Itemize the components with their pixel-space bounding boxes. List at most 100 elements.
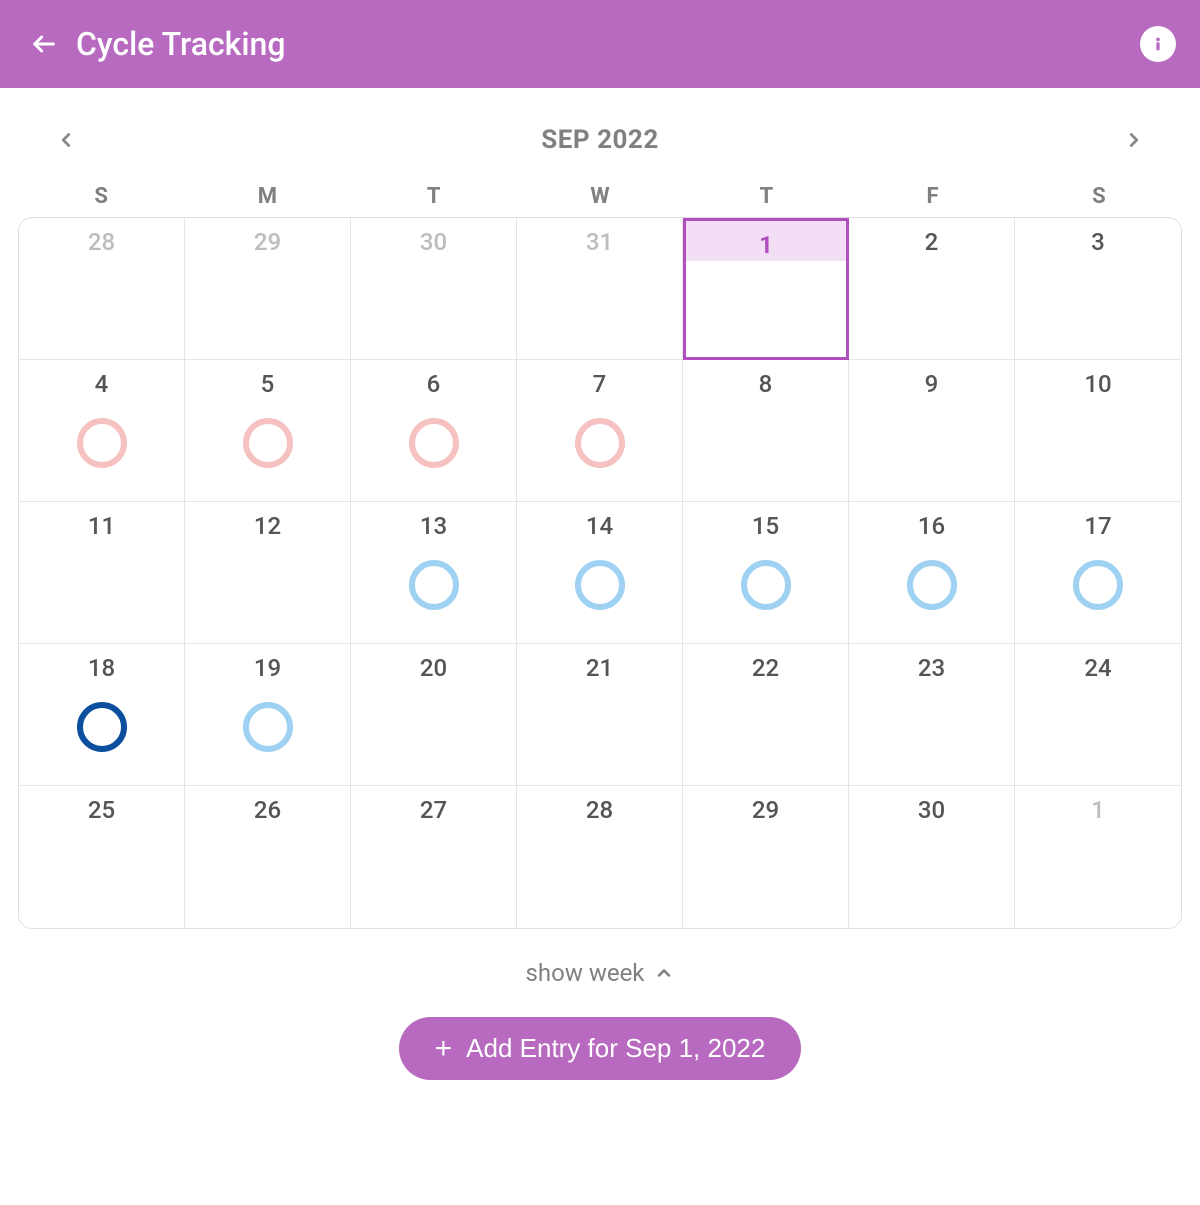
cycle-marker-icon (575, 418, 625, 468)
calendar-day[interactable]: 23 (849, 644, 1015, 786)
calendar-day[interactable]: 13 (351, 502, 517, 644)
calendar-day[interactable]: 16 (849, 502, 1015, 644)
add-entry-label: Add Entry for Sep 1, 2022 (466, 1033, 765, 1064)
cycle-marker-icon (409, 418, 459, 468)
back-button[interactable] (24, 24, 64, 64)
chevron-left-icon (55, 129, 77, 151)
calendar-day[interactable]: 29 (683, 786, 849, 928)
day-number: 3 (1015, 228, 1181, 256)
day-number: 8 (683, 370, 848, 398)
next-month-button[interactable] (1114, 120, 1154, 160)
day-number: 22 (683, 654, 848, 682)
day-number: 13 (351, 512, 516, 540)
calendar-day[interactable]: 9 (849, 360, 1015, 502)
calendar-day[interactable]: 11 (19, 502, 185, 644)
plus-icon: + (435, 1034, 453, 1064)
day-number: 28 (19, 228, 184, 256)
day-number: 18 (19, 654, 184, 682)
day-number: 30 (849, 796, 1014, 824)
calendar: SEP 2022 SMTWTFS 28293031123456789101112… (0, 88, 1200, 1080)
day-number: 24 (1015, 654, 1181, 682)
chevron-up-icon (654, 963, 674, 983)
day-number: 30 (351, 228, 516, 256)
cycle-marker-icon (575, 560, 625, 610)
day-number: 29 (185, 228, 350, 256)
add-entry-button[interactable]: + Add Entry for Sep 1, 2022 (399, 1017, 802, 1080)
calendar-day[interactable]: 7 (517, 360, 683, 502)
calendar-day[interactable]: 27 (351, 786, 517, 928)
calendar-day[interactable]: 28 (517, 786, 683, 928)
calendar-day[interactable]: 15 (683, 502, 849, 644)
dow-header: W (517, 184, 683, 209)
day-number: 29 (683, 796, 848, 824)
dow-header: T (683, 184, 849, 209)
calendar-day[interactable]: 29 (185, 218, 351, 360)
month-nav: SEP 2022 (18, 108, 1182, 184)
calendar-day[interactable]: 30 (849, 786, 1015, 928)
dow-header: S (18, 184, 184, 209)
calendar-day[interactable]: 25 (19, 786, 185, 928)
calendar-day[interactable]: 31 (517, 218, 683, 360)
cycle-marker-icon (907, 560, 957, 610)
day-number: 10 (1015, 370, 1181, 398)
cycle-marker-icon (741, 560, 791, 610)
day-number: 9 (849, 370, 1014, 398)
page-title: Cycle Tracking (76, 25, 1140, 63)
day-number: 27 (351, 796, 516, 824)
app-header: Cycle Tracking (0, 0, 1200, 88)
cycle-marker-icon (77, 702, 127, 752)
calendar-day[interactable]: 3 (1015, 218, 1181, 360)
day-number: 21 (517, 654, 682, 682)
calendar-day[interactable]: 22 (683, 644, 849, 786)
calendar-day[interactable]: 1 (683, 218, 849, 360)
calendar-day[interactable]: 18 (19, 644, 185, 786)
dow-header: F (849, 184, 1015, 209)
calendar-day[interactable]: 14 (517, 502, 683, 644)
calendar-day[interactable]: 20 (351, 644, 517, 786)
show-week-label: show week (526, 959, 645, 987)
info-button[interactable] (1140, 26, 1176, 62)
day-number: 23 (849, 654, 1014, 682)
day-number: 17 (1015, 512, 1181, 540)
calendar-day[interactable]: 4 (19, 360, 185, 502)
calendar-day[interactable]: 6 (351, 360, 517, 502)
cycle-marker-icon (1073, 560, 1123, 610)
calendar-day[interactable]: 1 (1015, 786, 1181, 928)
show-week-toggle[interactable]: show week (18, 929, 1182, 997)
calendar-day[interactable]: 19 (185, 644, 351, 786)
calendar-day[interactable]: 21 (517, 644, 683, 786)
dow-header: T (351, 184, 517, 209)
chevron-right-icon (1123, 129, 1145, 151)
calendar-day[interactable]: 5 (185, 360, 351, 502)
cycle-marker-icon (77, 418, 127, 468)
dow-header: M (184, 184, 350, 209)
day-number: 14 (517, 512, 682, 540)
day-number: 31 (517, 228, 682, 256)
calendar-day[interactable]: 12 (185, 502, 351, 644)
day-number: 12 (185, 512, 350, 540)
calendar-day[interactable]: 2 (849, 218, 1015, 360)
calendar-day[interactable]: 24 (1015, 644, 1181, 786)
calendar-day[interactable]: 17 (1015, 502, 1181, 644)
add-entry-wrap: + Add Entry for Sep 1, 2022 (18, 997, 1182, 1080)
month-label: SEP 2022 (541, 125, 659, 155)
day-number: 1 (1015, 796, 1181, 824)
day-number: 20 (351, 654, 516, 682)
info-icon (1147, 33, 1169, 55)
day-number: 28 (517, 796, 682, 824)
day-number: 1 (686, 231, 846, 259)
cycle-marker-icon (243, 702, 293, 752)
calendar-day[interactable]: 26 (185, 786, 351, 928)
cycle-marker-icon (243, 418, 293, 468)
dow-header: S (1016, 184, 1182, 209)
day-number: 11 (19, 512, 184, 540)
calendar-day[interactable]: 28 (19, 218, 185, 360)
calendar-day[interactable]: 30 (351, 218, 517, 360)
day-number: 2 (849, 228, 1014, 256)
calendar-day[interactable]: 8 (683, 360, 849, 502)
calendar-day[interactable]: 10 (1015, 360, 1181, 502)
day-number: 5 (185, 370, 350, 398)
day-number: 6 (351, 370, 516, 398)
day-number: 19 (185, 654, 350, 682)
prev-month-button[interactable] (46, 120, 86, 160)
